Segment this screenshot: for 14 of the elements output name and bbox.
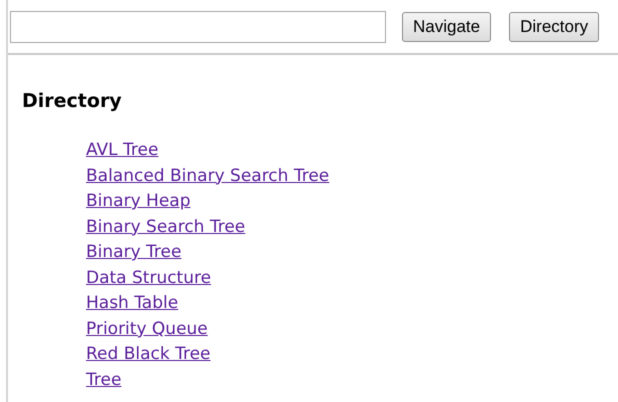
toolbar-button[interactable]: Directory [509, 12, 600, 42]
directory-link[interactable]: Red Black Tree [86, 344, 211, 364]
directory-link[interactable]: Data Structure [86, 268, 212, 288]
directory-link[interactable]: Binary Search Tree [86, 216, 246, 236]
address-field[interactable] [10, 10, 386, 42]
toolbar-button[interactable]: Navigate [402, 12, 492, 42]
directory-link[interactable]: Binary Tree [86, 242, 182, 262]
directory-link[interactable]: Priority Queue [86, 318, 208, 338]
directory-link[interactable]: Tree [86, 370, 122, 390]
directory-link[interactable]: Hash Table [86, 293, 178, 313]
directory-heading: Directory [22, 92, 122, 111]
directory-link[interactable]: AVL Tree [86, 140, 158, 160]
directory-link[interactable]: Balanced Binary Search Tree [86, 166, 330, 186]
directory-link[interactable]: Binary Heap [86, 191, 190, 211]
